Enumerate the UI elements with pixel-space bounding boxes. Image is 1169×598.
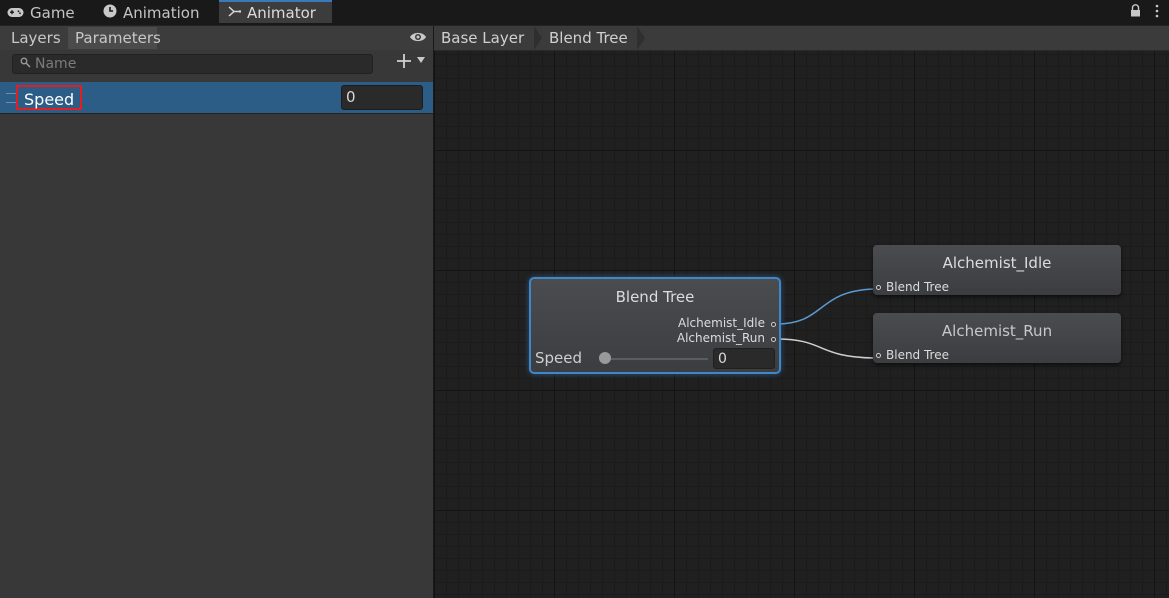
clip-node-idle-title: Alchemist_Idle bbox=[942, 254, 1052, 272]
output-port-run-label: Alchemist_Run bbox=[676, 331, 765, 345]
add-parameter-button[interactable] bbox=[396, 52, 412, 72]
parameter-name[interactable]: Speed bbox=[16, 85, 83, 110]
search-row bbox=[0, 50, 433, 76]
blend-parameter-label: Speed bbox=[535, 349, 583, 367]
parameters-panel: Layers Parameters Speed 0 bbox=[0, 26, 434, 598]
input-port-idle-label: Blend Tree bbox=[886, 280, 949, 294]
animator-icon bbox=[228, 4, 242, 22]
lock-icon[interactable] bbox=[1130, 4, 1141, 22]
subtab-layers[interactable]: Layers bbox=[5, 27, 67, 49]
blend-slider-track[interactable] bbox=[603, 358, 708, 360]
blend-value-field[interactable]: 0 bbox=[713, 348, 775, 369]
search-box bbox=[12, 54, 373, 74]
input-port-idle[interactable] bbox=[876, 285, 881, 290]
parameter-row-speed[interactable]: Speed 0 bbox=[0, 82, 433, 114]
search-input[interactable] bbox=[35, 55, 355, 73]
wire-to-idle bbox=[775, 288, 875, 325]
more-options-icon[interactable] bbox=[1155, 4, 1159, 22]
eye-icon[interactable] bbox=[409, 29, 427, 43]
wire-to-run bbox=[775, 338, 875, 359]
tab-animator[interactable]: Animator bbox=[219, 0, 332, 23]
search-icon bbox=[20, 57, 31, 71]
animator-graph[interactable]: Base Layer Blend Tree Blend Tree Alchemi… bbox=[434, 26, 1169, 598]
input-port-run[interactable] bbox=[876, 353, 881, 358]
output-port-idle[interactable] bbox=[771, 322, 776, 327]
parameter-value-field[interactable]: 0 bbox=[341, 85, 423, 110]
chevron-down-icon[interactable] bbox=[417, 57, 425, 63]
clip-node-run[interactable]: Alchemist_Run Blend Tree bbox=[873, 313, 1121, 363]
blend-slider-knob[interactable] bbox=[599, 352, 611, 364]
input-port-run-label: Blend Tree bbox=[886, 348, 949, 362]
output-port-idle-label: Alchemist_Idle bbox=[678, 316, 765, 330]
tab-animation-label: Animation bbox=[123, 3, 200, 22]
subtab-parameters[interactable]: Parameters bbox=[68, 27, 161, 49]
panel-subtabs: Layers Parameters bbox=[0, 26, 433, 50]
clip-node-idle[interactable]: Alchemist_Idle Blend Tree bbox=[873, 245, 1121, 295]
tab-game-label: Game bbox=[30, 3, 75, 22]
tab-animator-label: Animator bbox=[247, 3, 316, 22]
drag-handle-icon[interactable] bbox=[6, 93, 16, 103]
tab-game[interactable]: Game bbox=[7, 0, 75, 25]
window-controls bbox=[1130, 4, 1159, 22]
output-port-run[interactable] bbox=[771, 337, 776, 342]
gamepad-icon bbox=[7, 4, 24, 22]
clock-icon bbox=[103, 4, 117, 22]
tab-animation[interactable]: Animation bbox=[103, 0, 199, 25]
window-tab-bar: Game Animation Animator bbox=[0, 0, 1169, 26]
clip-node-run-title: Alchemist_Run bbox=[941, 322, 1053, 340]
blend-tree-node-title: Blend Tree bbox=[615, 288, 695, 306]
blend-tree-node[interactable]: Blend Tree Alchemist_Idle Alchemist_Run … bbox=[529, 277, 781, 374]
